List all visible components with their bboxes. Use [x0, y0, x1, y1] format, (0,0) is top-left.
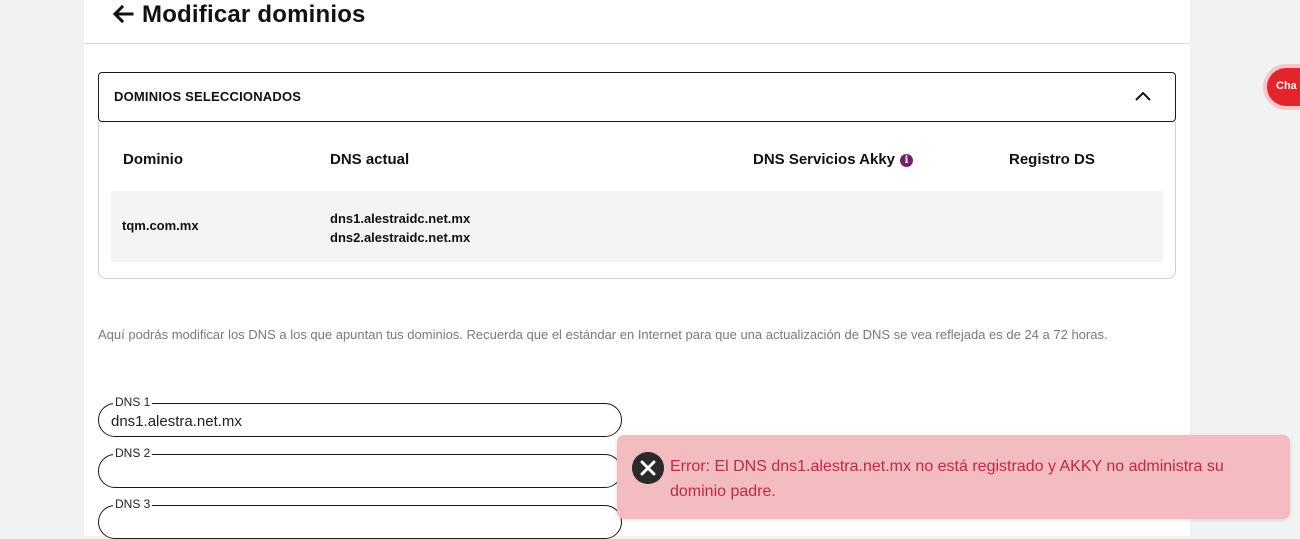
selected-domains-accordion-header[interactable]: DOMINIOS SELECCIONADOS	[98, 72, 1176, 122]
dns2-field[interactable]: DNS 2	[98, 446, 622, 488]
error-message: Error: El DNS dns1.alestra.net.mx no est…	[670, 458, 1224, 500]
selected-domains-table: Dominio DNS actual DNS Servicios Akky i R…	[98, 122, 1176, 279]
dns3-label: DNS 3	[113, 497, 153, 511]
dns3-input[interactable]	[111, 513, 591, 533]
page-header: Modificar dominios	[84, 0, 1190, 44]
page-title: Modificar dominios	[142, 1, 366, 28]
chat-button-inner: Cha	[1267, 68, 1300, 106]
dns1-input[interactable]	[111, 411, 591, 431]
dns1-field[interactable]: DNS 1	[98, 395, 622, 437]
info-icon[interactable]: i	[900, 154, 914, 167]
dns2-label: DNS 2	[113, 446, 153, 460]
chat-button[interactable]: Cha	[1263, 64, 1300, 110]
chevron-up-icon[interactable]	[1133, 87, 1153, 107]
dns-description: Aquí podrás modificar los DNS a los que …	[98, 327, 1108, 342]
accordion-title: DOMINIOS SELECCIONADOS	[114, 89, 302, 104]
domain-cell: tqm.com.mx	[122, 218, 199, 233]
table-row: tqm.com.mx dns1.alestraidc.net.mx dns2.a…	[111, 191, 1163, 262]
column-header-dns-akky-label: DNS Servicios Akky	[753, 151, 896, 168]
close-icon[interactable]	[632, 452, 664, 484]
column-header-domain: Dominio	[123, 151, 183, 168]
dns3-field[interactable]: DNS 3	[98, 497, 622, 539]
dns-current-cell: dns1.alestraidc.net.mx dns2.alestraidc.n…	[330, 209, 470, 247]
column-header-dns-akky: DNS Servicios Akky i	[753, 151, 914, 168]
column-header-registro-ds: Registro DS	[1009, 151, 1095, 168]
dns-current-2: dns2.alestraidc.net.mx	[330, 230, 471, 245]
column-header-dns-current: DNS actual	[330, 151, 410, 168]
dns1-label: DNS 1	[113, 395, 153, 409]
dns2-input[interactable]	[111, 462, 591, 482]
dns-current-1: dns1.alestraidc.net.mx	[330, 211, 471, 226]
error-toast: Error: El DNS dns1.alestra.net.mx no est…	[617, 435, 1290, 519]
arrow-left-icon[interactable]	[111, 2, 135, 26]
chat-label: Cha	[1276, 80, 1297, 92]
